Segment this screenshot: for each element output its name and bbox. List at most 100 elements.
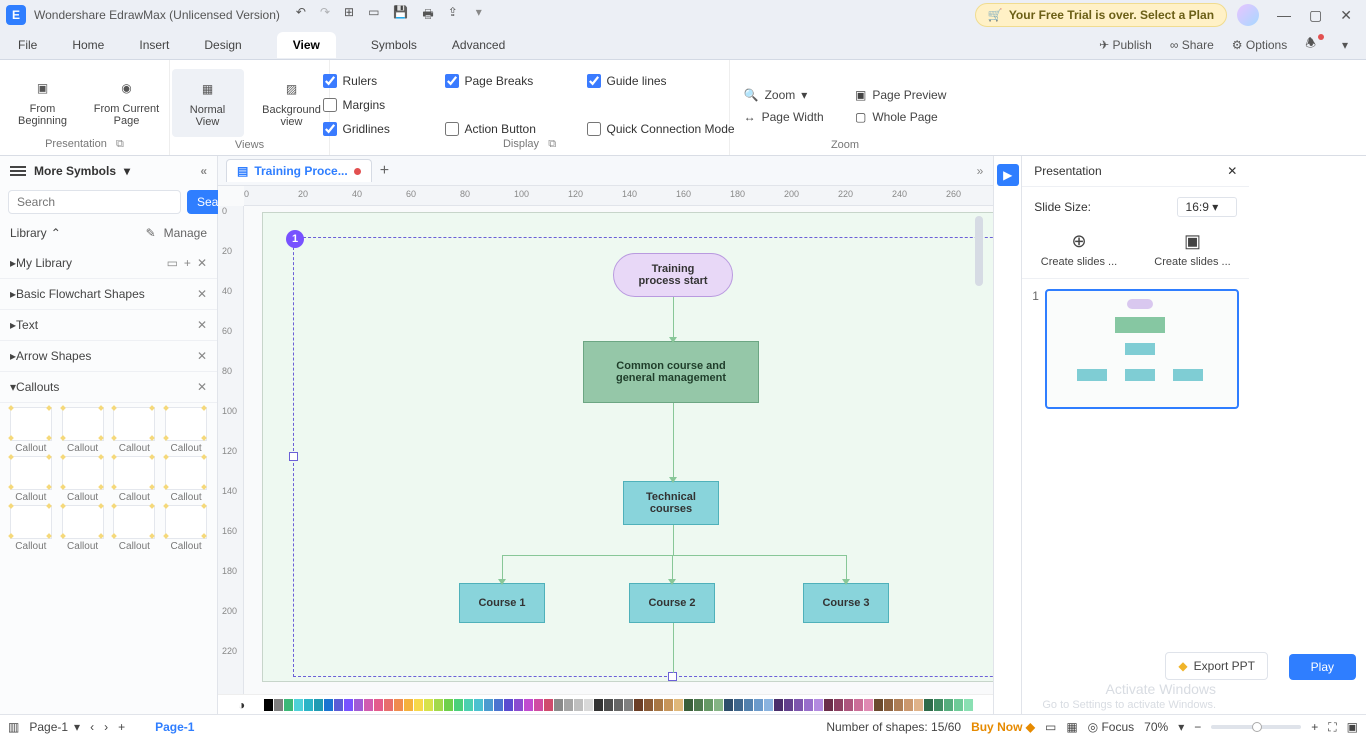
save-icon[interactable]: 💾: [393, 5, 408, 26]
popout-icon[interactable]: ⧉: [116, 138, 124, 150]
color-swatch[interactable]: [564, 699, 573, 711]
add-page-icon[interactable]: +: [118, 720, 125, 734]
color-swatch[interactable]: [914, 699, 923, 711]
color-swatch[interactable]: [374, 699, 383, 711]
node-common[interactable]: Common course and general management: [583, 341, 759, 403]
page-preview-button[interactable]: ▣Page Preview: [855, 88, 946, 102]
chk-page-breaks[interactable]: Page Breaks: [445, 74, 575, 88]
more-symbols-title[interactable]: More Symbols: [34, 164, 116, 178]
eyedropper-icon[interactable]: ◑: [238, 698, 245, 712]
document-tab[interactable]: ▤ Training Proce...: [226, 159, 372, 182]
color-swatch[interactable]: [554, 699, 563, 711]
color-swatch[interactable]: [704, 699, 713, 711]
play-button[interactable]: Play: [1289, 654, 1356, 680]
color-swatch[interactable]: [514, 699, 523, 711]
color-swatch[interactable]: [454, 699, 463, 711]
new-lib-icon[interactable]: ▭: [167, 256, 178, 270]
menu-file[interactable]: File: [18, 38, 37, 52]
color-swatch[interactable]: [384, 699, 393, 711]
focus-button[interactable]: ◎ Focus: [1088, 720, 1135, 734]
color-swatch[interactable]: [274, 699, 283, 711]
color-swatch[interactable]: [544, 699, 553, 711]
color-swatch[interactable]: [344, 699, 353, 711]
shape-item[interactable]: Callout: [110, 407, 160, 454]
color-swatch[interactable]: [324, 699, 333, 711]
shape-item[interactable]: Callout: [58, 456, 108, 503]
shape-item[interactable]: Callout: [6, 407, 56, 454]
chk-quick-connection[interactable]: Quick Connection Mode: [587, 122, 737, 136]
shape-item[interactable]: Callout: [161, 505, 211, 552]
section-text[interactable]: ▸ Text✕: [0, 310, 217, 341]
add-icon[interactable]: +: [184, 256, 191, 270]
redo-icon[interactable]: ↷: [320, 5, 330, 26]
color-swatch[interactable]: [574, 699, 583, 711]
color-swatch[interactable]: [414, 699, 423, 711]
color-swatch[interactable]: [854, 699, 863, 711]
section-basic-flowchart[interactable]: ▸ Basic Flowchart Shapes✕: [0, 279, 217, 310]
export-ppt-button[interactable]: ◆Export PPT: [1165, 652, 1268, 680]
menu-home[interactable]: Home: [72, 38, 104, 52]
chk-rulers[interactable]: Rulers: [323, 74, 433, 88]
color-swatch[interactable]: [304, 699, 313, 711]
menu-view[interactable]: View: [277, 32, 336, 58]
color-swatch[interactable]: [684, 699, 693, 711]
shape-item[interactable]: Callout: [161, 407, 211, 454]
color-swatch[interactable]: [594, 699, 603, 711]
add-tab-button[interactable]: +: [380, 162, 389, 180]
trial-banner[interactable]: 🛒 Your Free Trial is over. Select a Plan: [975, 3, 1227, 27]
color-swatch[interactable]: [664, 699, 673, 711]
color-swatch[interactable]: [464, 699, 473, 711]
shape-item[interactable]: Callout: [161, 456, 211, 503]
menu-advanced[interactable]: Advanced: [452, 38, 505, 52]
close-panel-icon[interactable]: ✕: [1227, 164, 1237, 178]
color-swatch[interactable]: [534, 699, 543, 711]
library-label[interactable]: Library: [10, 226, 47, 240]
color-swatch[interactable]: [314, 699, 323, 711]
prev-page-icon[interactable]: ‹: [90, 720, 94, 734]
color-swatch[interactable]: [954, 699, 963, 711]
node-start[interactable]: Training process start: [613, 253, 733, 297]
node-course-1[interactable]: Course 1: [459, 583, 545, 623]
create-slides-by-hand[interactable]: ⊕ Create slides ...: [1041, 231, 1117, 268]
color-swatch[interactable]: [864, 699, 873, 711]
minimize-icon[interactable]: —: [1277, 7, 1291, 24]
color-swatch[interactable]: [804, 699, 813, 711]
color-swatch[interactable]: [604, 699, 613, 711]
color-swatch[interactable]: [334, 699, 343, 711]
popout-icon[interactable]: ⧉: [548, 138, 556, 150]
color-swatch[interactable]: [444, 699, 453, 711]
slide-thumbnail[interactable]: [1045, 289, 1239, 409]
color-swatch[interactable]: [364, 699, 373, 711]
manage-link[interactable]: Manage: [164, 226, 207, 240]
color-swatch[interactable]: [714, 699, 723, 711]
status-icon[interactable]: ▭: [1045, 720, 1056, 734]
next-page-icon[interactable]: ›: [104, 720, 108, 734]
section-callouts[interactable]: ▾ Callouts✕: [0, 372, 217, 403]
color-swatch[interactable]: [644, 699, 653, 711]
color-swatch[interactable]: [424, 699, 433, 711]
export-icon[interactable]: ⇪: [448, 5, 458, 26]
presentation-tab-icon[interactable]: ▶: [997, 164, 1019, 186]
shape-item[interactable]: Callout: [58, 505, 108, 552]
node-technical[interactable]: Technical courses: [623, 481, 719, 525]
edit-icon[interactable]: ✎: [146, 226, 156, 240]
scrollbar[interactable]: [975, 216, 983, 286]
print-icon[interactable]: 🖶: [422, 5, 433, 26]
color-swatch[interactable]: [764, 699, 773, 711]
ribbon-collapse-icon[interactable]: ▾: [1342, 38, 1348, 52]
color-swatch[interactable]: [904, 699, 913, 711]
color-swatch[interactable]: [724, 699, 733, 711]
color-swatch[interactable]: [254, 699, 263, 711]
color-swatch[interactable]: [504, 699, 513, 711]
shape-item[interactable]: Callout: [6, 456, 56, 503]
resize-handle[interactable]: [289, 452, 298, 461]
menu-insert[interactable]: Insert: [139, 38, 169, 52]
node-course-3[interactable]: Course 3: [803, 583, 889, 623]
qa-more-icon[interactable]: ▾: [476, 5, 482, 26]
fit-icon[interactable]: ⛶: [1328, 720, 1336, 735]
buy-now-link[interactable]: Buy Now ◆: [971, 720, 1035, 734]
color-swatch[interactable]: [634, 699, 643, 711]
shape-item[interactable]: Callout: [110, 456, 160, 503]
color-swatch[interactable]: [964, 699, 973, 711]
color-swatch[interactable]: [834, 699, 843, 711]
